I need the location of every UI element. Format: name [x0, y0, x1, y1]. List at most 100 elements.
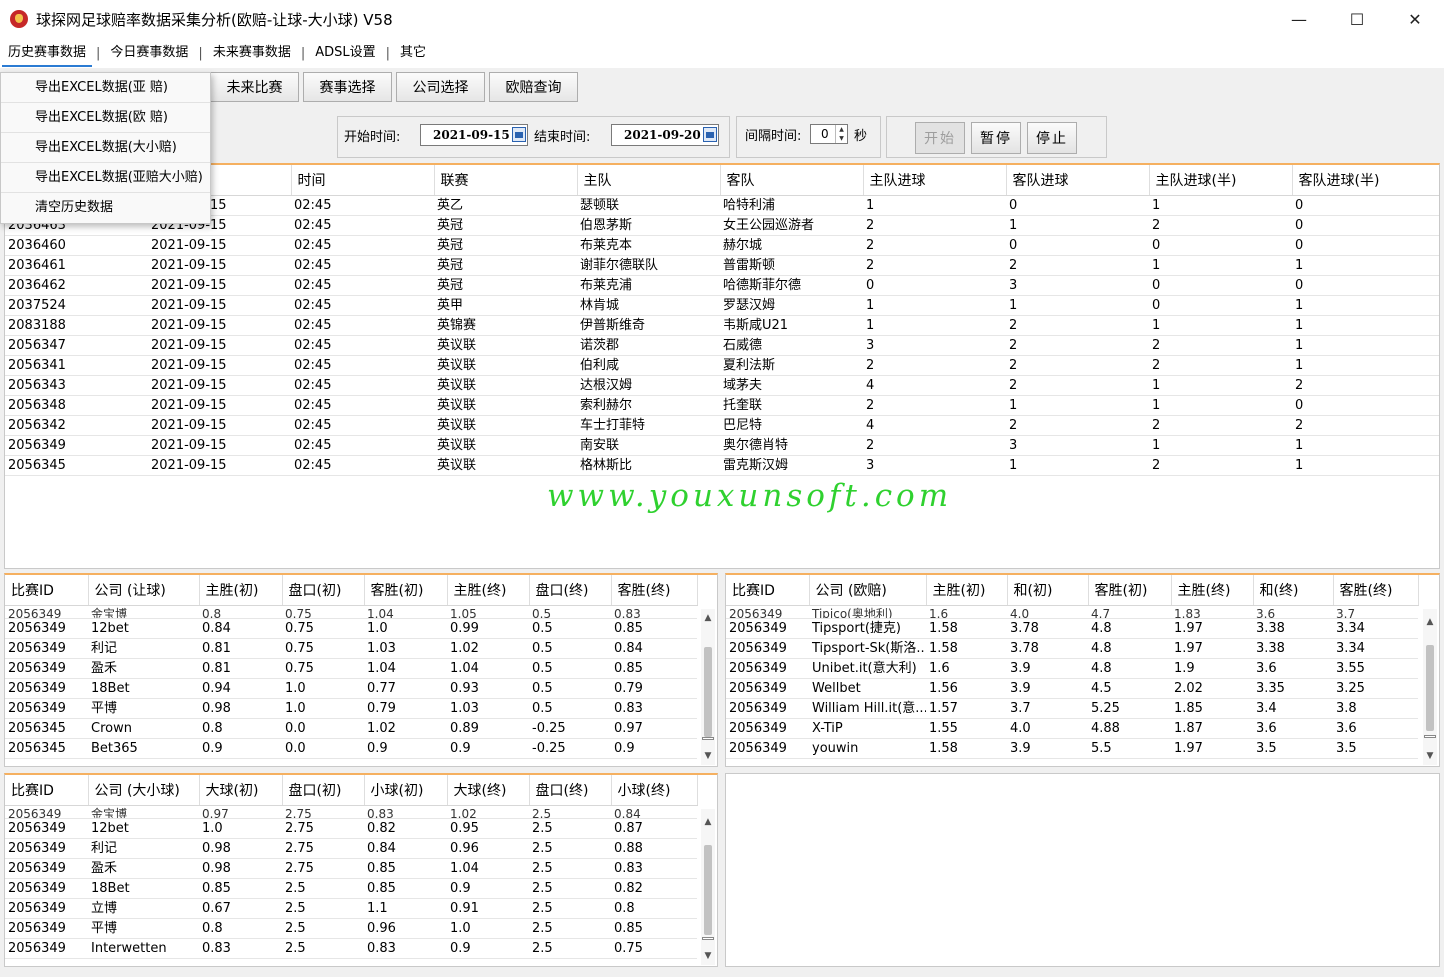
table-row[interactable]: 2056345 Crown 0.8 0.0 1.02 0.89 -0.25 0.97	[5, 718, 697, 739]
scroll-up-icon[interactable]: ▲	[701, 611, 715, 625]
scroll-down-icon[interactable]: ▼	[1423, 749, 1437, 763]
col-over-close[interactable]: 大球(终)	[447, 775, 530, 806]
menu-today[interactable]: 今日赛事数据	[104, 39, 194, 67]
table-row-partial[interactable]: 2056349 金宝博 0.97 2.75 0.83 1.02 2.5 0.84	[5, 805, 697, 819]
table-row[interactable]: 2056349 X-TiP 1.55 4.0 4.88 1.87 3.6 3.6	[726, 718, 1418, 739]
col-line-close[interactable]: 盘口(终)	[529, 575, 612, 606]
table-row[interactable]: 2056348 2021-09-15 02:45 英议联 索利赫尔 托奎联 2 1 1 0	[5, 395, 1439, 416]
table-row[interactable]: 2056349 12bet 0.84 0.75 1.0 0.99 0.5 0.85	[5, 618, 697, 639]
calendar-icon[interactable]	[512, 127, 526, 142]
table-row[interactable]: 2056341 2021-09-15 02:45 英议联 伯利咸 夏利法斯 2 2 2 1	[5, 355, 1439, 376]
scroll-thumb[interactable]	[704, 845, 712, 935]
start-button[interactable]: 开始	[915, 122, 965, 154]
col-home-goals[interactable]: 主队进球	[863, 165, 1007, 196]
col-home-win-open[interactable]: 主胜(初)	[926, 575, 1008, 606]
tab-europe-query[interactable]: 欧赔查询	[489, 72, 578, 102]
col-company[interactable]: 公司 (欧赔)	[809, 575, 927, 606]
col-line-close[interactable]: 盘口(终)	[529, 775, 612, 806]
spin-down-icon[interactable]: ▼	[835, 134, 847, 143]
menu-other[interactable]: 其它	[394, 39, 432, 67]
col-draw-close[interactable]: 和(终)	[1253, 575, 1334, 606]
table-row[interactable]: 2036460 2021-09-15 02:45 英冠 布莱克本 赫尔城 2 0 0 0	[5, 235, 1439, 256]
table-row[interactable]: 2056349 平博 0.8 2.5 0.96 1.0 2.5 0.85	[5, 918, 697, 939]
table-row[interactable]: 2056345 2021-09-15 02:45 英议联 格林斯比 雷克斯汉姆 3 1 2 1	[5, 455, 1439, 476]
tab-match-select[interactable]: 赛事选择	[303, 72, 392, 102]
overunder-scrollbar[interactable]: ▲ ▼	[701, 809, 715, 965]
table-row[interactable]: 2056349 youwin 1.58 3.9 5.5 1.97 3.5 3.5	[726, 738, 1418, 759]
col-under-close[interactable]: 小球(终)	[611, 775, 698, 806]
table-row[interactable]: 2056349 2021-09-15 02:45 英议联 南安联 奥尔德肖特 2 3 1 1	[5, 435, 1439, 456]
col-home-win-close[interactable]: 主胜(终)	[447, 575, 530, 606]
table-row[interactable]: 2056349 立博 0.67 2.5 1.1 0.91 2.5 0.8	[5, 898, 697, 919]
table-row-partial[interactable]: 2056349 Tipico(奥地利) 1.6 4.0 4.7 1.83 3.6 3.7	[726, 605, 1418, 619]
handicap-scrollbar[interactable]: ▲ ▼	[701, 609, 715, 765]
table-row[interactable]: 2056349 Tipsport-Sk(斯洛... 1.58 3.78 4.8 1.97 3…	[726, 638, 1418, 659]
europe-scrollbar[interactable]: ▲ ▼	[1423, 609, 1437, 765]
tab-future-matches[interactable]: 未来比赛	[210, 72, 299, 102]
table-row[interactable]: 2083188 2021-09-15 02:45 英锦赛 伊普斯维奇 韦斯咸U21 1 2 1 1	[5, 315, 1439, 336]
table-row[interactable]: 2056349 12bet 1.0 2.75 0.82 0.95 2.5 0.87	[5, 818, 697, 839]
table-row[interactable]: 2056343 2021-09-15 02:45 英议联 达根汉姆 域茅夫 4 2 1 2	[5, 375, 1439, 396]
menu-history[interactable]: 历史赛事数据	[2, 39, 93, 67]
table-row[interactable]: 2056349 Interwetten 0.83 2.5 0.83 0.9 2.5 0.75	[5, 938, 697, 959]
col-home-win-open[interactable]: 主胜(初)	[199, 575, 283, 606]
col-time[interactable]: 时间	[291, 165, 435, 196]
table-row[interactable]: 2056349 Tipsport(捷克) 1.58 3.78 4.8 1.97 3.38 3.…	[726, 618, 1418, 639]
table-row[interactable]: 2036463 2021-09-15 02:45 英冠 伯恩茅斯 女王公园巡游者 2 1 2 0	[5, 215, 1439, 236]
table-row-partial[interactable]: 2056349 金宝博 0.8 0.75 1.04 1.05 0.5 0.83	[5, 605, 697, 619]
scroll-down-icon[interactable]: ▼	[701, 949, 715, 963]
table-row[interactable]: 2036462 2021-09-15 02:45 英冠 布莱克浦 哈德斯菲尔德 0 3 0 0	[5, 275, 1439, 296]
scroll-down-icon[interactable]: ▼	[701, 749, 715, 763]
table-row[interactable]: 2056349 18Bet 0.85 2.5 0.85 0.9 2.5 0.82	[5, 878, 697, 899]
table-row[interactable]: 2056345 Bet365 0.9 0.0 0.9 0.9 -0.25 0.9	[5, 738, 697, 759]
col-away-win-open[interactable]: 客胜(初)	[364, 575, 448, 606]
col-line-open[interactable]: 盘口(初)	[282, 775, 365, 806]
col-away-win-close[interactable]: 客胜(终)	[1333, 575, 1419, 606]
col-draw-open[interactable]: 和(初)	[1007, 575, 1089, 606]
scroll-up-icon[interactable]: ▲	[701, 815, 715, 829]
scroll-thumb[interactable]	[704, 647, 712, 737]
table-row[interactable]: 2056342 2021-09-15 02:45 英议联 车士打菲特 巴尼特 4 2 2 2	[5, 415, 1439, 436]
maximize-button[interactable]: ☐	[1328, 0, 1386, 38]
col-home-goals-half[interactable]: 主队进球(半)	[1149, 165, 1293, 196]
table-row[interactable]: 2056349 Wellbet 1.56 3.9 4.5 2.02 3.35 3.25	[726, 678, 1418, 699]
col-company[interactable]: 公司 (让球)	[88, 575, 200, 606]
minimize-button[interactable]: —	[1270, 0, 1328, 38]
table-row[interactable]: 2037524 2021-09-15 02:45 英甲 林肯城 罗瑟汉姆 1 1 0 1	[5, 295, 1439, 316]
col-match-id[interactable]: 比赛ID	[5, 775, 89, 806]
table-row[interactable]: 2021-09-1502:45英乙瑟顿联哈特利浦1010	[5, 195, 1439, 216]
pause-button[interactable]: 暂停	[971, 122, 1021, 154]
menu-future[interactable]: 未来赛事数据	[207, 39, 297, 67]
scroll-thumb[interactable]	[1426, 645, 1434, 731]
clear-history-item[interactable]: 清空历史数据	[1, 193, 210, 223]
table-row[interactable]: 2056349 Unibet.it(意大利) 1.6 3.9 4.8 1.9 3.6 3.55	[726, 658, 1418, 679]
col-home-win-close[interactable]: 主胜(终)	[1171, 575, 1254, 606]
export-europe-odds-item[interactable]: 导出EXCEL数据(欧 赔)	[1, 103, 210, 133]
export-overunder-odds-item[interactable]: 导出EXCEL数据(大小赔)	[1, 133, 210, 163]
menu-adsl[interactable]: ADSL设置	[309, 39, 381, 67]
table-row[interactable]: 2036461 2021-09-15 02:45 英冠 谢菲尔德联队 普雷斯顿 2 2 1 1	[5, 255, 1439, 276]
col-match-id[interactable]: 比赛ID	[5, 575, 89, 606]
col-away-win-open[interactable]: 客胜(初)	[1088, 575, 1172, 606]
col-away-team[interactable]: 客队	[720, 165, 864, 196]
col-company[interactable]: 公司 (大小球)	[88, 775, 200, 806]
close-button[interactable]: ✕	[1386, 0, 1444, 38]
interval-stepper[interactable]: 0 ▲ ▼	[810, 124, 848, 144]
table-row[interactable]: 2056349 盈禾 0.81 0.75 1.04 1.04 0.5 0.85	[5, 658, 697, 679]
col-home-team[interactable]: 主队	[577, 165, 721, 196]
spin-up-icon[interactable]: ▲	[835, 125, 847, 134]
table-row[interactable]: 2056349 William Hill.it(意... 1.57 3.7 5.25 1.…	[726, 698, 1418, 719]
start-date-picker[interactable]: 2021-09-15	[420, 124, 528, 146]
tab-company-select[interactable]: 公司选择	[396, 72, 485, 102]
col-match-id[interactable]: 比赛ID	[726, 575, 810, 606]
table-row[interactable]: 2056347 2021-09-15 02:45 英议联 诺茨郡 石威德 3 2 2 1	[5, 335, 1439, 356]
col-away-goals-half[interactable]: 客队进球(半)	[1292, 165, 1439, 196]
col-away-win-close[interactable]: 客胜(终)	[611, 575, 698, 606]
col-over-open[interactable]: 大球(初)	[199, 775, 283, 806]
col-league[interactable]: 联赛	[434, 165, 578, 196]
stop-button[interactable]: 停止	[1027, 122, 1077, 154]
table-row[interactable]: 2056349 平博 0.98 1.0 0.79 1.03 0.5 0.83	[5, 698, 697, 719]
end-date-picker[interactable]: 2021-09-20	[611, 124, 719, 146]
scroll-up-icon[interactable]: ▲	[1423, 615, 1437, 629]
export-asian-odds-item[interactable]: 导出EXCEL数据(亚 赔)	[1, 73, 210, 103]
